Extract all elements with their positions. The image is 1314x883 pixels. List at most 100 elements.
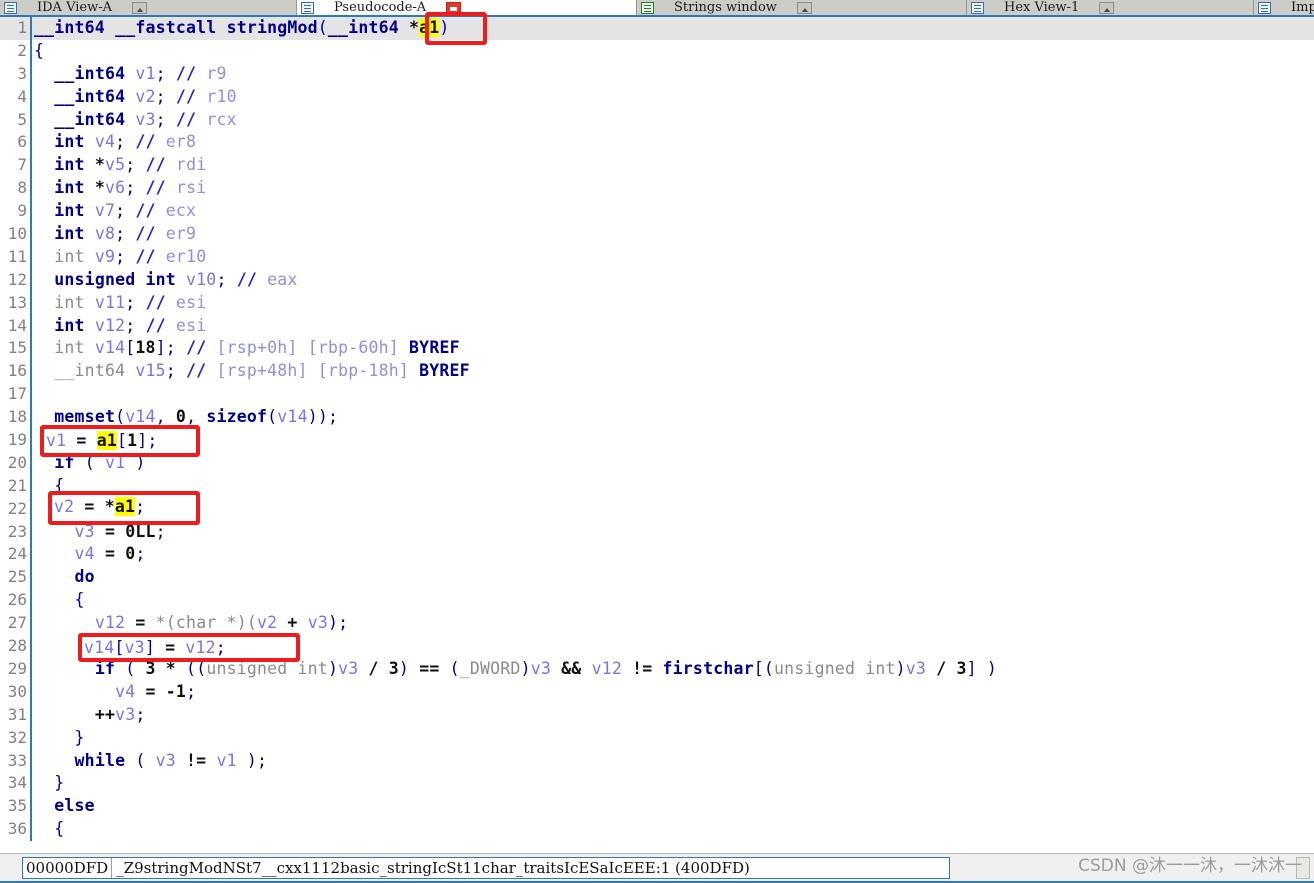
tab-dropdown-icon[interactable] [1099, 1, 1115, 14]
tab-dropdown-icon[interactable] [132, 1, 147, 14]
code-line[interactable]: 6 int v4; // er8 [0, 131, 1314, 155]
code-line[interactable]: 25 do [0, 566, 1314, 590]
code-text[interactable]: memset(v14, 0, sizeof(v14)); [32, 406, 1314, 429]
code-line[interactable]: 10 int v8; // er9 [0, 223, 1314, 246]
code-line[interactable]: 17 [0, 383, 1314, 407]
code-text[interactable]: __int64 v15; // [rsp+48h] [rbp-18h] BYRE… [32, 360, 1314, 383]
tab-hex-view-1[interactable]: Hex View-1 [967, 0, 1254, 15]
code-line[interactable]: 11 int v9; // er10 [0, 245, 1314, 269]
code-text[interactable]: { [32, 589, 1314, 612]
code-token: // [135, 132, 156, 152]
code-text[interactable]: v1 = a1[1]; [32, 429, 1314, 452]
code-text[interactable]: int v9; // er10 [32, 246, 1314, 269]
code-line[interactable]: 36 { [0, 818, 1314, 842]
code-line[interactable]: 20 if ( v1 ) [0, 451, 1314, 475]
code-line[interactable]: 19 v1 = a1[1]; [0, 429, 1314, 452]
code-text[interactable]: ++v3; [32, 704, 1314, 727]
code-line[interactable]: 21 { [0, 474, 1314, 498]
code-line[interactable]: 9 int v7; // ecx [0, 200, 1314, 224]
code-line[interactable]: 16 __int64 v15; // [rsp+48h] [rbp-18h] B… [0, 360, 1314, 384]
tab-pseudocode-a[interactable]: Pseudocode-A [297, 0, 637, 15]
code-text[interactable]: while ( v3 != v1 ); [32, 750, 1314, 773]
code-line[interactable]: 22 v2 = *a1; [0, 497, 1314, 521]
line-number: 12 [7, 269, 27, 289]
code-text[interactable]: { [32, 818, 1314, 841]
code-line[interactable]: 26 { [0, 589, 1314, 613]
code-text[interactable]: __int64 v3; // rcx [32, 109, 1314, 132]
code-line[interactable]: 27 v12 = *(char *)(v2 + v3); [0, 612, 1314, 636]
code-line[interactable]: 7 int *v5; // rdi [0, 154, 1314, 178]
code-line[interactable]: 28 v14[v3] = v12; [0, 635, 1314, 658]
code-text[interactable]: v12 = *(char *)(v2 + v3); [32, 612, 1314, 635]
code-line[interactable]: 2{ [0, 39, 1314, 63]
code-text[interactable]: do [32, 566, 1314, 589]
code-line[interactable]: 3 __int64 v1; // r9 [0, 62, 1314, 86]
line-number: 2 [17, 40, 27, 60]
code-text[interactable]: v2 = *a1; [32, 498, 1314, 521]
code-text[interactable]: v4 = -1; [32, 681, 1314, 704]
code-listing[interactable]: 1 __int64 __fastcall stringMod(__int64 *a… [0, 17, 1314, 853]
code-line[interactable]: 31 ++v3; [0, 703, 1314, 727]
code-line[interactable]: 24 v4 = 0; [0, 543, 1314, 567]
code-text[interactable]: if ( 3 * ((unsigned int)v3 / 3) == (_DWO… [32, 658, 1314, 681]
code-text[interactable]: if ( v1 ) [32, 452, 1314, 475]
code-text[interactable]: else [32, 795, 1314, 818]
code-line[interactable]: 32 } [0, 726, 1314, 750]
code-line[interactable]: 23 v3 = 0LL; [0, 520, 1314, 544]
code-line[interactable]: 8 int *v6; // rsi [0, 177, 1314, 201]
code-text[interactable]: int v8; // er9 [32, 223, 1314, 246]
code-token: // [135, 201, 156, 221]
code-text[interactable]: } [32, 772, 1314, 795]
line-number: 19 [7, 430, 27, 450]
code-text[interactable]: int *v6; // rsi [32, 177, 1314, 200]
code-text[interactable]: } [32, 727, 1314, 750]
editor-tab-bar[interactable]: IDA View-A Pseudocode-A Strings window Hex … [0, 0, 1314, 15]
code-text[interactable]: int v12; // esi [32, 315, 1314, 338]
code-text[interactable]: int *v5; // rdi [32, 154, 1314, 177]
code-line[interactable]: 34 } [0, 772, 1314, 796]
code-text[interactable]: int v4; // er8 [32, 131, 1314, 154]
code-text[interactable]: unsigned int v10; // eax [32, 269, 1314, 292]
code-text[interactable]: v3 = 0LL; [32, 521, 1314, 544]
code-text[interactable]: { [32, 475, 1314, 498]
tab-dropdown-icon[interactable] [796, 1, 812, 14]
highlighted-identifier[interactable]: a1 [419, 18, 440, 37]
code-token: unsigned int [206, 658, 328, 678]
code-text[interactable]: int v14[18]; // [rsp+0h] [rbp-60h] BYREF [32, 337, 1314, 360]
code-line[interactable]: 1 __int64 __fastcall stringMod(__int64 *a… [0, 17, 1314, 40]
code-text[interactable]: __int64 v1; // r9 [32, 63, 1314, 86]
pseudocode-editor[interactable]: 1 __int64 __fastcall stringMod(__int64 *a… [0, 15, 1314, 853]
code-token: stringMod [226, 18, 318, 37]
code-token: ) [439, 18, 450, 37]
code-line[interactable]: 13 int v11; // esi [0, 291, 1314, 315]
code-text[interactable]: { [32, 40, 1314, 63]
code-line[interactable]: 33 while ( v3 != v1 ); [0, 749, 1314, 773]
tab-strings-window[interactable]: Strings window [637, 0, 967, 15]
code-token: __int64 [327, 18, 399, 37]
tab-imports[interactable]: Imports [1254, 0, 1314, 15]
code-token: v15 [125, 361, 166, 381]
code-line[interactable]: 35 else [0, 795, 1314, 819]
code-text[interactable]: __int64 __fastcall stringMod(__int64 *a1… [32, 17, 1314, 40]
code-line[interactable]: 15 int v14[18]; // [rsp+0h] [rbp-60h] BY… [0, 337, 1314, 361]
highlighted-identifier[interactable]: a1 [135, 498, 156, 518]
code-line[interactable]: 4 __int64 v2; // r10 [0, 85, 1314, 109]
code-line[interactable]: 29 if ( 3 * ((unsigned int)v3 / 3) == (_… [0, 657, 1314, 681]
status-location-field[interactable]: 00000DFD _Z9stringModNSt7__cxx1112basic_… [22, 857, 950, 879]
tab-close-icon[interactable] [446, 1, 462, 14]
tab-ida-view-a[interactable]: IDA View-A [0, 0, 297, 15]
code-text[interactable]: int v7; // ecx [32, 200, 1314, 223]
code-line[interactable]: 14 int v12; // esi [0, 314, 1314, 338]
highlighted-identifier[interactable]: a1 [104, 430, 126, 450]
code-line[interactable]: 12 unsigned int v10; // eax [0, 268, 1314, 292]
code-text[interactable]: v4 = 0; [32, 543, 1314, 566]
code-line[interactable]: 5 __int64 v3; // rcx [0, 108, 1314, 132]
code-text[interactable]: v14[v3] = v12; [32, 635, 1314, 658]
code-text[interactable]: __int64 v2; // r10 [32, 86, 1314, 109]
code-line[interactable]: 30 v4 = -1; [0, 680, 1314, 704]
code-text[interactable]: int v11; // esi [32, 292, 1314, 315]
code-line[interactable]: 18 memset(v14, 0, sizeof(v14)); [0, 406, 1314, 430]
